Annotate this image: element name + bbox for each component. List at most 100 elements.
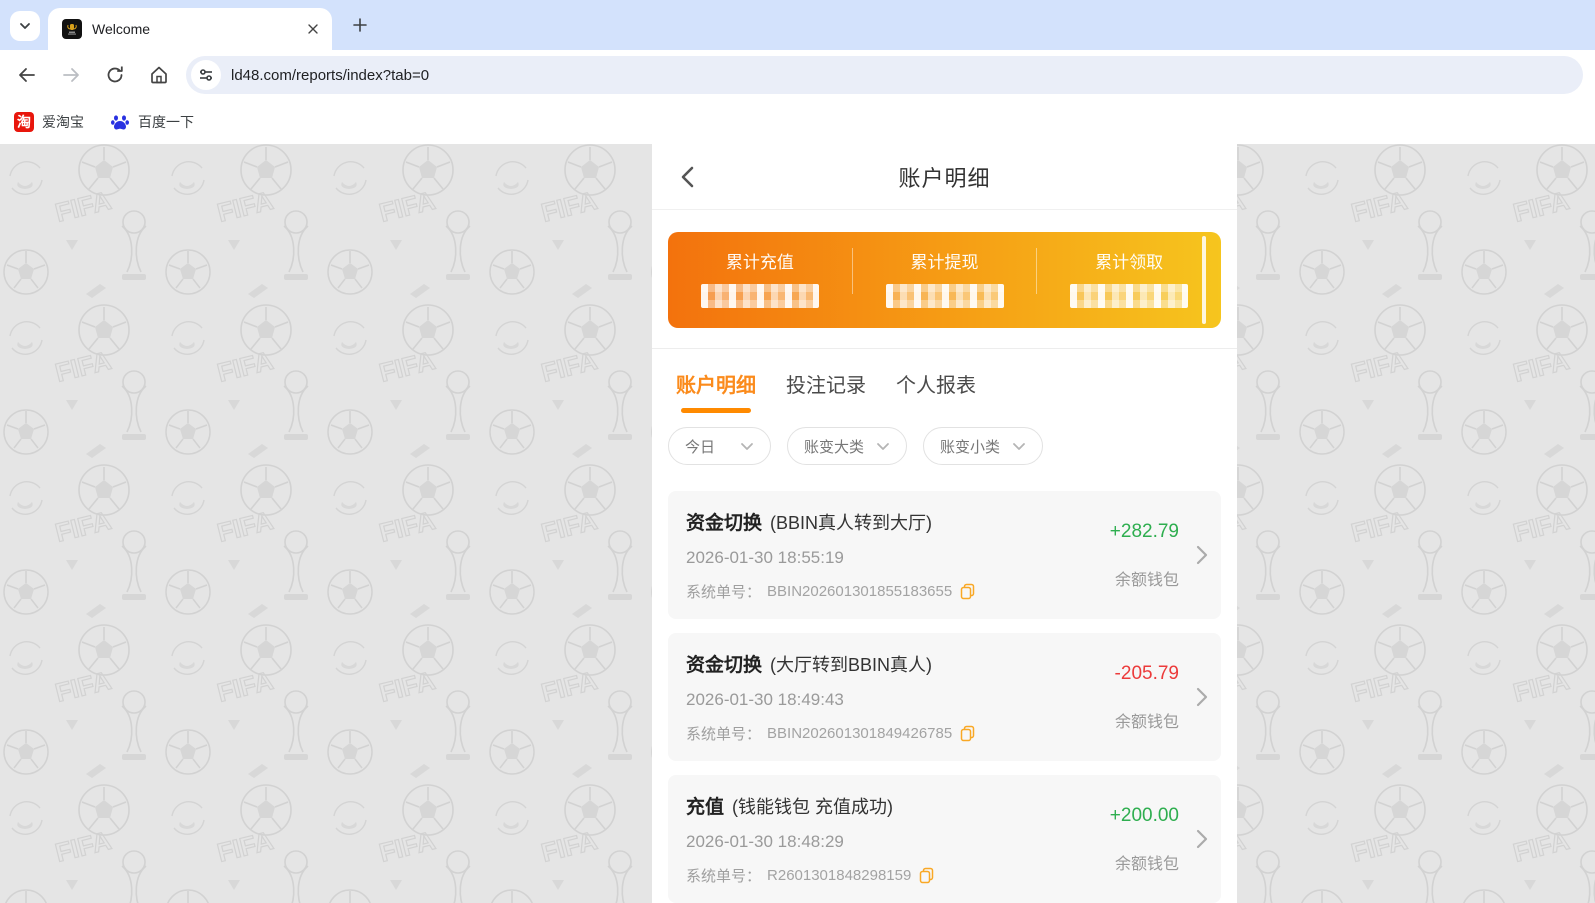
tab-label: 账户明细	[676, 369, 756, 408]
record-order-number: BBIN202601301849426785	[767, 725, 952, 742]
summary-stat-value-masked	[1070, 284, 1188, 308]
filter-label: 账变小类	[940, 436, 1000, 457]
record-type: 资金切换	[686, 508, 762, 535]
back-nav-button[interactable]	[674, 163, 702, 191]
filter-dropdown[interactable]: 账变小类	[923, 427, 1043, 465]
record-time: 2026-01-30 18:55:19	[686, 548, 1069, 568]
summary-stat: 累计充值	[668, 232, 852, 328]
browser-tab-strip: Welcome	[0, 0, 1595, 50]
home-icon	[148, 64, 170, 86]
record-time: 2026-01-30 18:49:43	[686, 690, 1069, 710]
filter-dropdown[interactable]: 账变大类	[787, 427, 907, 465]
browser-tab[interactable]: Welcome	[48, 8, 332, 50]
record-item[interactable]: 资金切换 (BBIN真人转到大厅) 2026-01-30 18:55:19 系统…	[668, 491, 1221, 619]
tab-title: Welcome	[92, 21, 304, 37]
arrow-left-icon	[16, 64, 38, 86]
summary-card: 累计充值 累计提现 累计领取	[668, 232, 1221, 328]
tab-个人报表[interactable]: 个人报表	[896, 369, 976, 413]
record-amount: -205.79	[1115, 663, 1179, 685]
new-tab-button[interactable]	[348, 13, 372, 37]
bookmark-item[interactable]: 百度一下	[110, 112, 194, 132]
record-note: (钱能钱包 充值成功)	[732, 793, 893, 819]
baidu-paw-icon	[110, 112, 130, 132]
tab-label: 个人报表	[896, 369, 976, 408]
chevron-right-icon[interactable]	[1196, 687, 1208, 707]
app-content: 账户明细 累计充值累计提现累计领取 账户明细投注记录个人报表 今日账变大类账变小…	[652, 144, 1237, 903]
chevron-down-icon	[740, 442, 754, 451]
site-settings-button[interactable]	[191, 60, 221, 90]
scrollbar-sliver	[1202, 236, 1206, 324]
tab-active-underline	[791, 408, 861, 413]
page-title: 账户明细	[898, 161, 990, 193]
record-right: -205.79 余额钱包	[1069, 650, 1179, 744]
record-order-label: 系统单号：	[686, 865, 761, 886]
summary-stat-label: 累计领取	[1095, 248, 1163, 273]
address-bar[interactable]: ld48.com/reports/index?tab=0	[186, 56, 1583, 94]
home-button[interactable]	[142, 58, 176, 92]
record-item[interactable]: 充值 (钱能钱包 充值成功) 2026-01-30 18:48:29 系统单号：…	[668, 775, 1221, 903]
reload-button[interactable]	[98, 58, 132, 92]
tab-strip-chevron-button[interactable]	[10, 11, 40, 41]
record-type: 资金切换	[686, 650, 762, 677]
page-viewport: FIFA	[0, 144, 1595, 903]
record-wallet: 余额钱包	[1115, 566, 1179, 590]
favicon-trophy-icon	[65, 22, 79, 36]
url-text[interactable]: ld48.com/reports/index?tab=0	[231, 67, 429, 84]
record-order-number: BBIN202601301855183655	[767, 583, 952, 600]
site-favicon	[62, 19, 82, 39]
record-left: 资金切换 (BBIN真人转到大厅) 2026-01-30 18:55:19 系统…	[686, 508, 1069, 602]
chevron-down-icon	[18, 19, 32, 33]
record-type: 充值	[686, 792, 724, 819]
report-tabs: 账户明细投注记录个人报表	[652, 349, 1237, 413]
tab-active-underline	[901, 408, 971, 413]
close-icon	[307, 23, 319, 35]
record-right: +282.79 余额钱包	[1069, 508, 1179, 602]
forward-button[interactable]	[54, 58, 88, 92]
bookmarks-bar: 淘爱淘宝 百度一下	[0, 100, 1595, 144]
tab-close-button[interactable]	[304, 20, 322, 38]
record-amount: +282.79	[1110, 521, 1179, 543]
tune-icon	[198, 67, 214, 83]
record-amount: +200.00	[1110, 805, 1179, 827]
copy-icon[interactable]	[960, 583, 975, 600]
record-time: 2026-01-30 18:48:29	[686, 832, 1069, 852]
record-left: 充值 (钱能钱包 充值成功) 2026-01-30 18:48:29 系统单号：…	[686, 792, 1069, 886]
bookmark-label: 百度一下	[138, 112, 194, 132]
record-note: (BBIN真人转到大厅)	[770, 509, 932, 535]
summary-stat-label: 累计充值	[726, 248, 794, 273]
copy-icon[interactable]	[919, 867, 934, 884]
browser-toolbar: ld48.com/reports/index?tab=0	[0, 50, 1595, 100]
filter-dropdown[interactable]: 今日	[668, 427, 771, 465]
summary-stat-value-masked	[701, 284, 819, 308]
record-order-label: 系统单号：	[686, 581, 761, 602]
summary-stat: 累计提现	[853, 232, 1037, 328]
summary-stat-label: 累计提现	[911, 248, 979, 273]
tab-投注记录[interactable]: 投注记录	[786, 369, 866, 413]
record-wallet: 余额钱包	[1115, 708, 1179, 732]
chevron-left-icon	[678, 164, 698, 190]
record-order-label: 系统单号：	[686, 723, 761, 744]
plus-icon	[352, 17, 368, 33]
tab-active-underline	[681, 408, 751, 413]
summary-stat: 累计领取	[1037, 232, 1221, 328]
tab-label: 投注记录	[786, 369, 866, 408]
record-wallet: 余额钱包	[1115, 850, 1179, 874]
record-item[interactable]: 资金切换 (大厅转到BBIN真人) 2026-01-30 18:49:43 系统…	[668, 633, 1221, 761]
record-order-number: R2601301848298159	[767, 867, 911, 884]
taobao-icon: 淘	[14, 112, 34, 132]
filter-label: 今日	[685, 436, 715, 457]
chevron-right-icon[interactable]	[1196, 545, 1208, 565]
tab-账户明细[interactable]: 账户明细	[676, 369, 756, 413]
page-header: 账户明细	[652, 144, 1237, 210]
bookmark-item[interactable]: 淘爱淘宝	[14, 112, 84, 132]
chevron-down-icon	[1012, 442, 1026, 451]
chevron-right-icon[interactable]	[1196, 829, 1208, 849]
chevron-down-icon	[876, 442, 890, 451]
filter-label: 账变大类	[804, 436, 864, 457]
record-note: (大厅转到BBIN真人)	[770, 651, 932, 677]
record-list: 资金切换 (BBIN真人转到大厅) 2026-01-30 18:55:19 系统…	[652, 483, 1237, 903]
copy-icon[interactable]	[960, 725, 975, 742]
back-button[interactable]	[10, 58, 44, 92]
arrow-right-icon	[60, 64, 82, 86]
record-right: +200.00 余额钱包	[1069, 792, 1179, 886]
